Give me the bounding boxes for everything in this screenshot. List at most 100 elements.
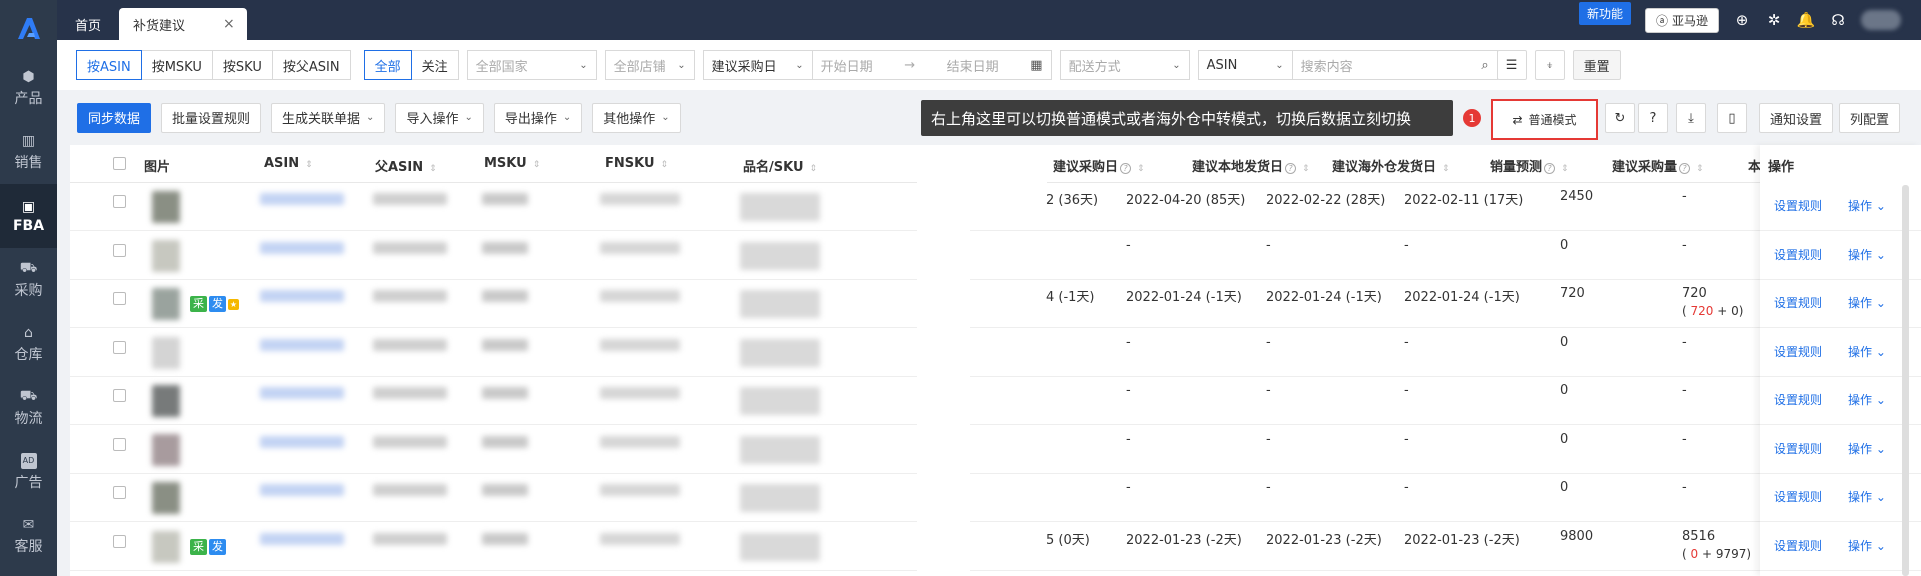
- asin-link[interactable]: [260, 338, 344, 351]
- row-ops-dropdown[interactable]: 操作 ⌄: [1848, 343, 1886, 360]
- asin-link[interactable]: [260, 435, 344, 448]
- row-ops-dropdown[interactable]: 操作 ⌄: [1848, 197, 1886, 214]
- dimension-asin[interactable]: 按ASIN: [76, 50, 142, 80]
- row-ops-dropdown[interactable]: 操作 ⌄: [1848, 391, 1886, 408]
- col-forecast[interactable]: 销量预测? ⇕: [1490, 156, 1569, 175]
- select-all-checkbox[interactable]: [113, 157, 126, 170]
- asin-link[interactable]: [260, 290, 344, 302]
- col-parent-asin[interactable]: 父ASIN ⇕: [375, 156, 437, 175]
- notify-settings-button[interactable]: 通知设置: [1759, 103, 1834, 133]
- tab-replenish-suggestion[interactable]: 补货建议 ×: [119, 8, 247, 40]
- generate-order-button[interactable]: 生成关联单据 ⌄: [271, 102, 386, 133]
- set-rule-link[interactable]: 设置规则: [1774, 294, 1822, 311]
- sidebar-item-0[interactable]: ⬢ 产品: [0, 56, 57, 120]
- help-icon[interactable]: ?: [1638, 103, 1668, 133]
- product-image[interactable]: [152, 288, 180, 320]
- row-checkbox[interactable]: [113, 534, 126, 548]
- row-ops-dropdown[interactable]: 操作 ⌄: [1848, 294, 1886, 311]
- set-rule-link[interactable]: 设置规则: [1774, 488, 1822, 505]
- dimension-sku[interactable]: 按SKU: [211, 50, 273, 80]
- close-icon[interactable]: ×: [223, 16, 235, 32]
- search-icon[interactable]: ⌕: [1481, 58, 1488, 73]
- download-icon[interactable]: ⊕: [1733, 11, 1751, 29]
- column-config-button[interactable]: 列配置: [1839, 103, 1901, 133]
- asin-link[interactable]: [260, 532, 344, 545]
- shop-select[interactable]: 全部店铺 ⌄: [604, 50, 695, 80]
- asin-link[interactable]: [260, 193, 344, 205]
- row-checkbox[interactable]: [113, 486, 126, 499]
- col-name-sku[interactable]: 品名/SKU ⇕: [743, 156, 817, 175]
- vertical-scrollbar[interactable]: [1902, 185, 1909, 576]
- product-image[interactable]: [152, 239, 180, 272]
- set-rule-link[interactable]: 设置规则: [1774, 343, 1822, 360]
- batch-rule-button[interactable]: 批量设置规则: [161, 102, 262, 133]
- product-image[interactable]: [152, 530, 180, 563]
- country-select[interactable]: 全部国家 ⌄: [466, 50, 597, 80]
- avatar[interactable]: [1861, 10, 1901, 30]
- sync-data-button[interactable]: 同步数据: [77, 102, 152, 133]
- sidebar-item-3[interactable]: ⛟ 采购: [0, 248, 57, 312]
- scope-all[interactable]: 全部: [363, 50, 412, 80]
- set-rule-link[interactable]: 设置规则: [1774, 440, 1822, 457]
- scope-follow[interactable]: 关注: [410, 50, 459, 80]
- date-range-picker[interactable]: 开始日期 → 结束日期 ▦: [811, 50, 1052, 80]
- mode-switch-button[interactable]: ⇄ 普通模式: [1491, 99, 1598, 140]
- amazon-switch-button[interactable]: ⓐ 亚马逊: [1644, 7, 1719, 33]
- bell-icon[interactable]: 🔔: [1797, 11, 1816, 29]
- asin-link[interactable]: [260, 387, 344, 399]
- filter-list-icon[interactable]: ☰: [1496, 50, 1527, 80]
- col-buy-date[interactable]: 建议采购日? ⇕: [1053, 156, 1145, 175]
- import-button[interactable]: 导入操作 ⌄: [395, 102, 484, 133]
- col-msku[interactable]: MSKU ⇕: [484, 156, 540, 171]
- app-logo[interactable]: [0, 0, 57, 56]
- row-checkbox[interactable]: [113, 437, 126, 451]
- row-ops-dropdown[interactable]: 操作 ⌄: [1848, 440, 1886, 457]
- product-image[interactable]: [152, 433, 180, 466]
- sidebar-item-6[interactable]: AD 广告: [0, 440, 57, 504]
- asin-link[interactable]: [260, 241, 344, 254]
- asin-link[interactable]: [260, 484, 344, 496]
- sidebar-item-4[interactable]: ⌂ 仓库: [0, 312, 57, 376]
- product-image[interactable]: [152, 336, 180, 369]
- set-rule-link[interactable]: 设置规则: [1774, 391, 1822, 408]
- row-ops-dropdown[interactable]: 操作 ⌄: [1848, 537, 1886, 554]
- row-ops-dropdown[interactable]: 操作 ⌄: [1848, 488, 1886, 505]
- reset-button[interactable]: 重置: [1572, 50, 1621, 80]
- col-suggest-qty[interactable]: 建议采购量? ⇕: [1612, 156, 1704, 175]
- product-image[interactable]: [152, 191, 180, 223]
- date-type-select[interactable]: 建议采购日 ⌄: [702, 50, 813, 80]
- row-checkbox[interactable]: [113, 243, 126, 257]
- advanced-filter-icon[interactable]: ⍖: [1534, 50, 1565, 80]
- new-feature-badge[interactable]: 新功能: [1578, 1, 1631, 25]
- download-icon[interactable]: ⤓: [1676, 103, 1706, 133]
- set-rule-link[interactable]: 设置规则: [1774, 537, 1822, 554]
- set-rule-link[interactable]: 设置规则: [1774, 246, 1822, 263]
- dimension-parent-asin[interactable]: 按父ASIN: [271, 50, 351, 80]
- bug-icon[interactable]: ✲: [1765, 11, 1783, 29]
- product-image[interactable]: [152, 385, 180, 417]
- ship-method-select[interactable]: 配送方式 ⌄: [1059, 50, 1190, 80]
- row-checkbox[interactable]: [113, 340, 126, 354]
- set-rule-link[interactable]: 设置规则: [1774, 197, 1822, 214]
- row-checkbox[interactable]: [113, 292, 126, 305]
- book-icon[interactable]: ▯: [1717, 103, 1747, 133]
- sidebar-item-1[interactable]: ▥ 销售: [0, 120, 57, 184]
- other-actions-button[interactable]: 其他操作 ⌄: [592, 102, 681, 133]
- col-asin[interactable]: ASIN ⇕: [264, 156, 313, 171]
- search-field-select[interactable]: ASIN ⌄: [1197, 50, 1293, 80]
- search-input[interactable]: 搜索内容 ⌕: [1291, 50, 1498, 80]
- row-checkbox[interactable]: [113, 389, 126, 402]
- col-local-date[interactable]: 建议本地发货日? ⇕: [1192, 156, 1310, 175]
- sidebar-item-5[interactable]: ⛟ 物流: [0, 376, 57, 440]
- export-button[interactable]: 导出操作 ⌄: [493, 102, 583, 133]
- sidebar-item-2[interactable]: ▣ FBA: [0, 184, 57, 248]
- dimension-msku[interactable]: 按MSKU: [140, 50, 213, 80]
- sidebar-item-7[interactable]: ✉ 客服: [0, 504, 57, 568]
- tab-home[interactable]: 首页: [57, 8, 119, 40]
- col-fnsku[interactable]: FNSKU ⇕: [605, 156, 668, 171]
- product-image[interactable]: [152, 482, 180, 514]
- refresh-icon[interactable]: ↻: [1605, 103, 1635, 133]
- row-checkbox[interactable]: [113, 195, 126, 208]
- headset-icon[interactable]: ☊: [1829, 11, 1847, 29]
- row-ops-dropdown[interactable]: 操作 ⌄: [1848, 246, 1886, 263]
